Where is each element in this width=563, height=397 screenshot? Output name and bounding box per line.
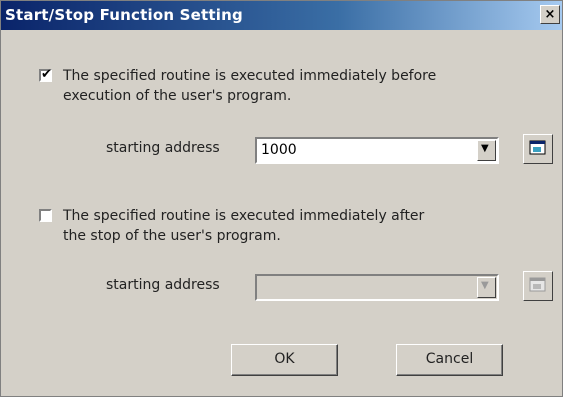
start-routine-desc-line2: execution of the user's program. [63, 88, 292, 104]
close-button[interactable]: × [540, 5, 560, 24]
start-address-value: 1000 [261, 142, 297, 158]
cancel-button[interactable]: Cancel [396, 344, 503, 376]
close-icon: × [544, 7, 556, 22]
checkmark-icon: ✔ [41, 67, 52, 82]
title-bar[interactable]: Start/Stop Function Setting × [1, 1, 562, 30]
stop-routine-desc-line2: the stop of the user's program. [63, 228, 281, 244]
start-address-label: starting address [106, 140, 220, 156]
stop-address-combo[interactable]: ▼ [255, 274, 499, 301]
stop-address-dropdown-button[interactable]: ▼ [477, 277, 496, 298]
start-browse-button[interactable] [523, 134, 553, 164]
dialog-title: Start/Stop Function Setting [5, 6, 243, 24]
browse-icon [529, 140, 546, 155]
start-address-combo[interactable]: 1000 ▼ [255, 137, 499, 164]
chevron-down-icon: ▼ [481, 280, 489, 291]
ok-button[interactable]: OK [231, 344, 338, 376]
start-routine-checkbox[interactable]: ✔ [39, 67, 52, 82]
start-routine-desc-line1: The specified routine is executed immedi… [63, 68, 437, 84]
stop-browse-button[interactable] [523, 271, 553, 301]
chevron-down-icon: ▼ [481, 143, 489, 154]
stop-routine-checkbox[interactable] [39, 209, 52, 222]
stop-address-label: starting address [106, 277, 220, 293]
browse-icon [529, 277, 546, 292]
start-address-dropdown-button[interactable]: ▼ [477, 140, 496, 161]
stop-routine-desc-line1: The specified routine is executed immedi… [63, 208, 425, 224]
start-stop-dialog: Start/Stop Function Setting × ✔ The spec… [0, 0, 563, 397]
